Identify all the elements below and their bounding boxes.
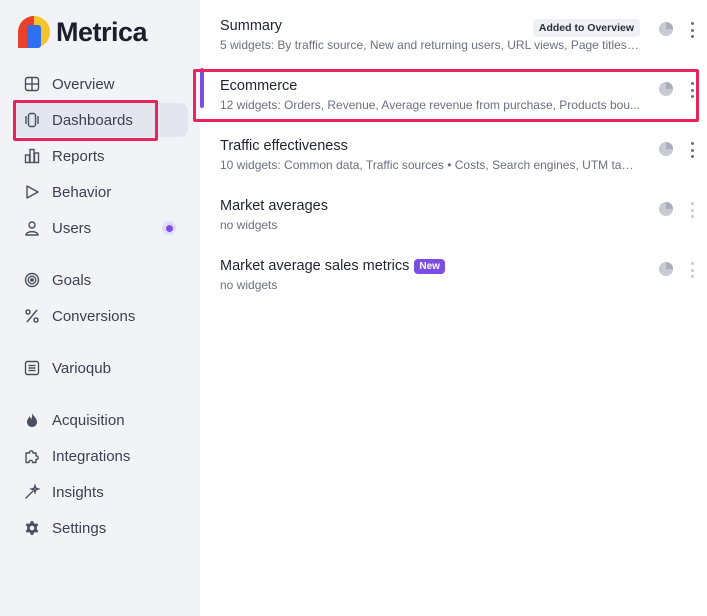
sidebar-item-label: Reports xyxy=(52,147,105,165)
dashboard-row-market-average-sales-metrics[interactable]: Market average sales metrics New no widg… xyxy=(200,240,707,296)
sidebar-item-label: Integrations xyxy=(52,447,131,465)
added-to-overview-badge: Added to Overview xyxy=(532,19,640,37)
dashboard-row-ecommerce[interactable]: Ecommerce 12 widgets: Orders, Revenue, A… xyxy=(200,60,707,116)
user-icon xyxy=(23,219,41,237)
more-menu-icon[interactable] xyxy=(689,142,695,158)
dashboard-subtitle: 12 widgets: Orders, Revenue, Average rev… xyxy=(220,98,640,112)
dashboard-title: Traffic effectiveness xyxy=(220,138,348,154)
notification-badge xyxy=(162,221,176,235)
gear-icon xyxy=(23,519,41,537)
sidebar-item-label: Dashboards xyxy=(52,111,133,129)
new-badge: New xyxy=(414,258,445,274)
sidebar-item-goals[interactable]: Goals xyxy=(14,263,188,297)
pie-chart-icon[interactable] xyxy=(658,21,674,37)
pie-chart-icon[interactable] xyxy=(658,201,674,217)
sidebar-item-label: Behavior xyxy=(52,183,112,201)
dashboard-row-traffic-effectiveness[interactable]: Traffic effectiveness 10 widgets: Common… xyxy=(200,120,707,176)
dashboard-subtitle: 5 widgets: By traffic source, New and re… xyxy=(220,38,640,52)
dashboard-title: Ecommerce xyxy=(220,78,298,94)
metrica-logo-icon xyxy=(18,16,50,48)
pie-chart-icon[interactable] xyxy=(658,141,674,157)
dashboards-list: Summary Added to Overview 5 widgets: By … xyxy=(200,0,707,616)
sidebar-item-label: Conversions xyxy=(52,307,136,325)
dashboard-title: Market averages xyxy=(220,198,328,214)
sidebar-item-label: Insights xyxy=(52,483,104,501)
sidebar-item-label: Users xyxy=(52,219,92,237)
sidebar-item-behavior[interactable]: Behavior xyxy=(14,175,188,209)
sidebar-item-conversions[interactable]: Conversions xyxy=(14,299,188,333)
puzzle-icon xyxy=(23,447,41,465)
dashboard-row-market-averages[interactable]: Market averages no widgets xyxy=(200,180,707,236)
dashboard-title: Market average sales metrics xyxy=(220,258,410,274)
dashboard-subtitle: 10 widgets: Common data, Traffic sources… xyxy=(220,158,640,172)
dashboards-icon xyxy=(23,111,41,129)
dashboard-title-wrap: Market average sales metrics New xyxy=(220,258,445,274)
dashboard-subtitle: no widgets xyxy=(220,278,278,292)
sidebar-item-settings[interactable]: Settings xyxy=(14,511,188,545)
sidebar-item-integrations[interactable]: Integrations xyxy=(14,439,188,473)
sidebar-item-dashboards[interactable]: Dashboards xyxy=(14,103,188,137)
sidebar-item-label: Overview xyxy=(52,75,115,93)
more-menu-icon[interactable] xyxy=(689,262,695,278)
app-logo[interactable]: Metrica xyxy=(18,14,148,50)
bar-chart-icon xyxy=(23,147,41,165)
sidebar: Metrica Overview Dashboards Reports Beha… xyxy=(0,0,200,616)
sidebar-item-label: Varioqub xyxy=(52,359,111,377)
more-menu-icon[interactable] xyxy=(689,82,695,98)
sidebar-item-label: Acquisition xyxy=(52,411,125,429)
sidebar-item-insights[interactable]: Insights xyxy=(14,475,188,509)
sidebar-item-varioqub[interactable]: Varioqub xyxy=(14,351,188,385)
dashboard-row-summary[interactable]: Summary Added to Overview 5 widgets: By … xyxy=(200,0,707,56)
pie-chart-icon[interactable] xyxy=(658,261,674,277)
varioqub-icon xyxy=(23,359,41,377)
more-menu-icon[interactable] xyxy=(689,202,695,218)
sidebar-item-reports[interactable]: Reports xyxy=(14,139,188,173)
sidebar-item-overview[interactable]: Overview xyxy=(14,67,188,101)
active-indicator xyxy=(200,68,204,108)
percent-icon xyxy=(23,307,41,325)
grid-icon xyxy=(23,75,41,93)
pie-chart-icon[interactable] xyxy=(658,81,674,97)
app-name: Metrica xyxy=(56,16,148,47)
sidebar-item-users[interactable]: Users xyxy=(14,211,188,245)
dashboard-subtitle: no widgets xyxy=(220,218,278,232)
flame-icon xyxy=(23,411,41,429)
dashboard-title: Summary xyxy=(220,18,283,34)
sidebar-item-label: Settings xyxy=(52,519,107,537)
target-icon xyxy=(23,271,41,289)
play-icon xyxy=(23,183,41,201)
sidebar-item-acquisition[interactable]: Acquisition xyxy=(14,403,188,437)
sparkle-icon xyxy=(23,483,41,501)
more-menu-icon[interactable] xyxy=(689,22,695,38)
sidebar-item-label: Goals xyxy=(52,271,92,289)
